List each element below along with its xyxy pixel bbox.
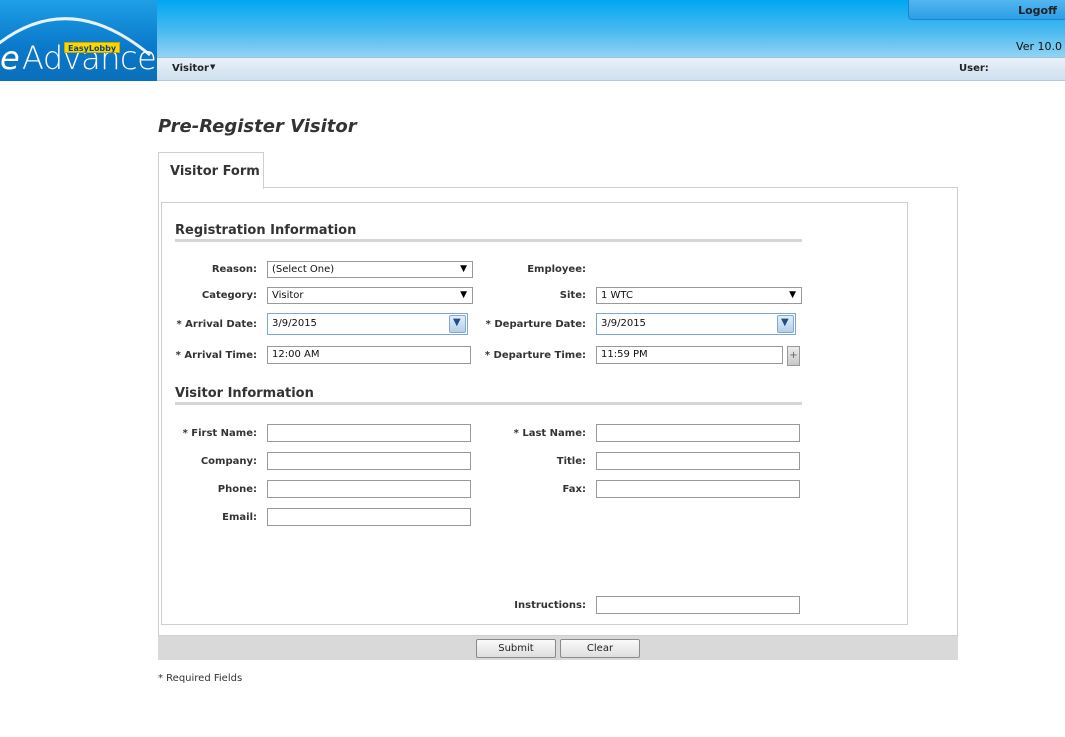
last-name-label: * Last Name:	[513, 428, 586, 439]
arrival-time-input[interactable]: 12:00 AM	[267, 346, 471, 364]
arrival-time-label: * Arrival Time:	[175, 350, 257, 361]
site-label: Site:	[559, 290, 586, 301]
email-label: Email:	[222, 512, 257, 523]
category-value: Visitor	[272, 290, 304, 301]
version-label: Ver 10.0	[1016, 40, 1062, 53]
arrival-date-label: * Arrival Date:	[176, 319, 257, 330]
logoff-label[interactable]: Logoff	[1018, 4, 1057, 17]
category-select[interactable]: Visitor ▼	[267, 287, 473, 304]
reason-value: (Select One)	[272, 264, 335, 275]
employee-label: Employee:	[527, 264, 586, 275]
title-field[interactable]	[596, 452, 800, 470]
calendar-dropdown-icon[interactable]: ▼	[449, 315, 466, 333]
calendar-dropdown-icon[interactable]: ▼	[777, 315, 794, 333]
chevron-down-icon: ▼	[460, 290, 467, 300]
section-divider	[175, 402, 802, 405]
departure-time-input[interactable]: 11:59 PM	[596, 346, 783, 364]
phone-label: Phone:	[217, 484, 257, 495]
site-select[interactable]: 1 WTC ▼	[596, 287, 802, 304]
tab-visitor-form[interactable]: Visitor Form	[158, 152, 264, 189]
email-field[interactable]	[267, 508, 471, 526]
chevron-down-icon: ▼	[789, 290, 796, 300]
chevron-down-icon[interactable]: ▼	[210, 63, 215, 71]
reason-select[interactable]: (Select One) ▼	[267, 261, 473, 278]
title-label: Title:	[556, 456, 586, 467]
fax-label: Fax:	[562, 484, 586, 495]
user-label: User:	[959, 63, 989, 74]
clear-button[interactable]: Clear	[560, 639, 640, 658]
departure-date-value[interactable]: 3/9/2015	[601, 318, 646, 329]
first-name-field[interactable]	[267, 424, 471, 442]
fax-field[interactable]	[596, 480, 800, 498]
eadvance-logo: e Advance EasyLobby	[0, 0, 157, 81]
section-divider	[175, 239, 802, 242]
arrival-date-value[interactable]: 3/9/2015	[272, 318, 317, 329]
instructions-field[interactable]	[596, 596, 800, 614]
departure-time-label: * Departure Time:	[484, 350, 586, 361]
last-name-field[interactable]	[596, 424, 800, 442]
phone-field[interactable]	[267, 480, 471, 498]
arrival-time-value[interactable]: 12:00 AM	[272, 349, 319, 360]
category-label: Category:	[201, 290, 257, 301]
app-header: e Advance EasyLobby Logoff Ver 10.0 Visi…	[0, 0, 1065, 81]
instructions-label: Instructions:	[514, 600, 586, 611]
plus-icon[interactable]: +	[787, 346, 800, 366]
submit-button[interactable]: Submit	[476, 639, 556, 658]
company-label: Company:	[200, 456, 257, 467]
logoff-button[interactable]: Logoff	[908, 0, 1065, 20]
registration-section-title: Registration Information	[175, 223, 357, 238]
button-bar	[158, 636, 958, 660]
departure-date-picker[interactable]: 3/9/2015 ▼	[596, 313, 796, 335]
menu-visitor[interactable]: Visitor▼	[172, 63, 215, 74]
tab-visitor-form-label[interactable]: Visitor Form	[170, 164, 260, 179]
required-fields-note: * Required Fields	[158, 673, 243, 684]
site-value: 1 WTC	[601, 290, 633, 301]
chevron-down-icon: ▼	[460, 264, 467, 274]
departure-time-value[interactable]: 11:59 PM	[601, 349, 648, 360]
departure-date-label: * Departure Date:	[485, 319, 586, 330]
reason-label: Reason:	[211, 264, 257, 275]
page-title: Pre-Register Visitor	[158, 116, 357, 137]
first-name-label: * First Name:	[182, 428, 257, 439]
menu-visitor-label[interactable]: Visitor	[172, 63, 209, 74]
logo-e: e	[0, 39, 20, 77]
arrival-date-picker[interactable]: 3/9/2015 ▼	[267, 313, 468, 335]
company-field[interactable]	[267, 452, 471, 470]
visitor-section-title: Visitor Information	[175, 386, 314, 401]
menu-bar: Visitor▼ User:	[157, 57, 1065, 81]
logo-badge: EasyLobby	[64, 42, 121, 53]
